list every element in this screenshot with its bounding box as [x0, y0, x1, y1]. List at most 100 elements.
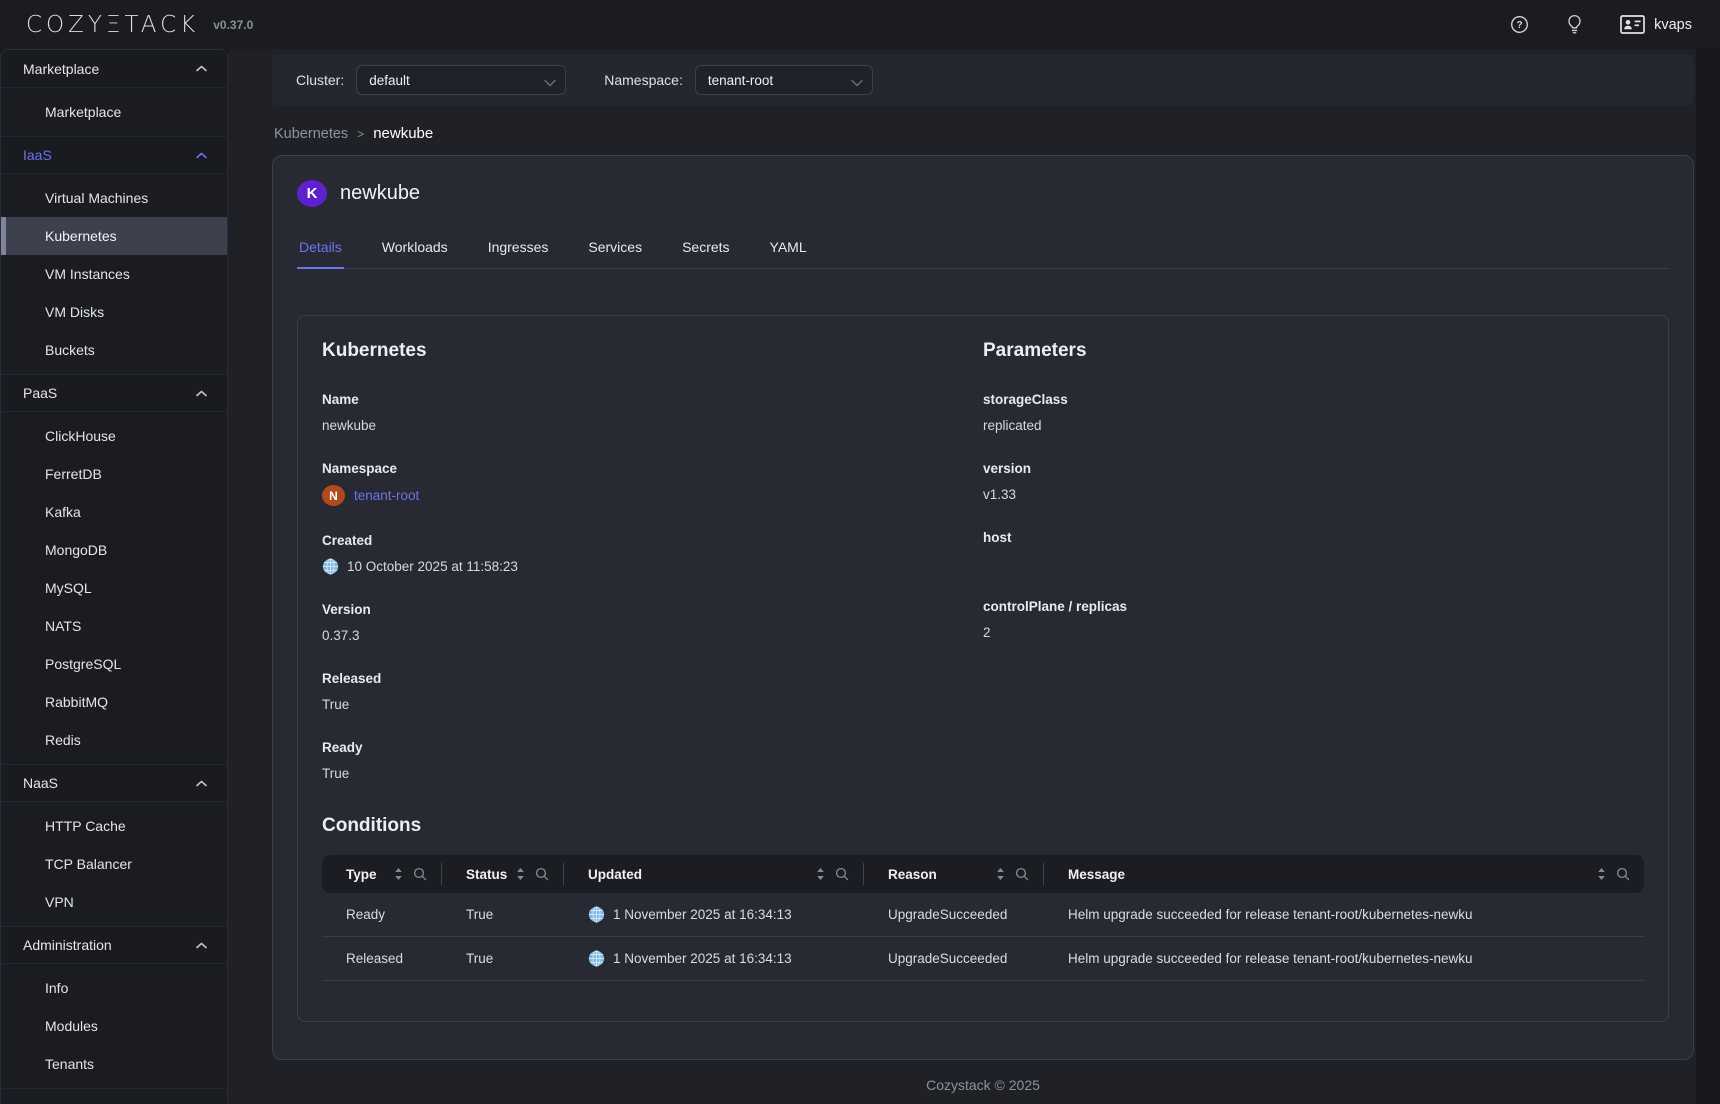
- app-logo: COZYΞTACK: [26, 12, 199, 38]
- sidebar-item-ferretdb[interactable]: FerretDB: [1, 455, 227, 493]
- namespace-select[interactable]: tenant-root: [695, 65, 873, 95]
- details-panel: Kubernetes Name newkube Namespace N: [297, 315, 1669, 1022]
- card-title-row: K newkube: [297, 180, 1669, 207]
- tab-secrets[interactable]: Secrets: [680, 231, 731, 269]
- sidebar: Marketplace Marketplace IaaS Virtual Mac…: [0, 49, 228, 1104]
- sidebar-item-mongodb[interactable]: MongoDB: [1, 531, 227, 569]
- search-icon[interactable]: [413, 867, 427, 881]
- sidebar-item-virtual-machines[interactable]: Virtual Machines: [1, 179, 227, 217]
- sidebar-section-iaas: IaaS Virtual Machines Kubernetes VM Inst…: [1, 136, 227, 374]
- tab-services[interactable]: Services: [586, 231, 644, 269]
- sort-icon[interactable]: [995, 867, 1006, 881]
- sidebar-section-header-naas[interactable]: NaaS: [1, 764, 227, 802]
- column-label: Reason: [888, 867, 937, 882]
- field-label: controlPlane / replicas: [983, 599, 1644, 614]
- field-name: Name newkube: [322, 392, 983, 434]
- cell-type: Ready: [322, 907, 442, 922]
- field-value: 10 October 2025 at 11:58:23: [322, 557, 983, 575]
- sidebar-item-nats[interactable]: NATS: [1, 607, 227, 645]
- conditions-title: Conditions: [322, 815, 1644, 837]
- sidebar-item-clickhouse[interactable]: ClickHouse: [1, 417, 227, 455]
- sidebar-item-kubernetes[interactable]: Kubernetes: [1, 217, 227, 255]
- column-label: Status: [466, 867, 507, 882]
- tab-ingresses[interactable]: Ingresses: [486, 231, 551, 269]
- field-label: storageClass: [983, 392, 1644, 407]
- app-version: v0.37.0: [213, 18, 253, 32]
- sidebar-section-header-marketplace[interactable]: Marketplace: [1, 50, 227, 88]
- kubernetes-badge-icon: K: [297, 180, 327, 207]
- globe-icon: [588, 906, 605, 923]
- chevron-up-icon: [196, 152, 207, 159]
- sidebar-item-modules[interactable]: Modules: [1, 1007, 227, 1045]
- sidebar-item-http-cache[interactable]: HTTP Cache: [1, 807, 227, 845]
- created-value: 10 October 2025 at 11:58:23: [347, 559, 518, 574]
- cell-reason: UpgradeSucceeded: [864, 951, 1044, 966]
- section-label: Administration: [23, 937, 112, 953]
- sidebar-item-info[interactable]: Info: [1, 969, 227, 1007]
- user-name: kvaps: [1654, 17, 1692, 33]
- sort-icon[interactable]: [815, 867, 826, 881]
- sidebar-item-vm-disks[interactable]: VM Disks: [1, 293, 227, 331]
- svg-text:?: ?: [1517, 20, 1523, 31]
- field-label: Version: [322, 602, 983, 617]
- main-area: Cluster: default Namespace: tenant-root …: [228, 49, 1720, 1104]
- lightbulb-icon[interactable]: [1567, 14, 1582, 35]
- sidebar-item-tcp-balancer[interactable]: TCP Balancer: [1, 845, 227, 883]
- sidebar-item-redis[interactable]: Redis: [1, 721, 227, 759]
- sort-icon[interactable]: [1596, 867, 1607, 881]
- search-icon[interactable]: [1616, 867, 1630, 881]
- main-surface: Cluster: default Namespace: tenant-root …: [228, 49, 1696, 1104]
- breadcrumb-current: newkube: [373, 125, 433, 142]
- conditions-table: Type Status Updated: [322, 855, 1644, 981]
- cell-type: Released: [322, 951, 442, 966]
- sidebar-item-tenants[interactable]: Tenants: [1, 1045, 227, 1083]
- sidebar-section-paas: PaaS ClickHouse FerretDB Kafka MongoDB M…: [1, 374, 227, 764]
- field-label: Namespace: [322, 461, 983, 476]
- tab-yaml[interactable]: YAML: [768, 231, 809, 269]
- tab-details[interactable]: Details: [297, 231, 344, 269]
- search-icon[interactable]: [835, 867, 849, 881]
- chevron-up-icon: [196, 942, 207, 949]
- resource-card: K newkube Details Workloads Ingresses Se…: [272, 155, 1694, 1060]
- sidebar-item-rabbitmq[interactable]: RabbitMQ: [1, 683, 227, 721]
- field-created: Created 10 October 2025 at 11:58:23: [322, 533, 983, 575]
- cluster-label: Cluster:: [296, 72, 344, 88]
- sidebar-item-postgresql[interactable]: PostgreSQL: [1, 645, 227, 683]
- sort-icon[interactable]: [393, 867, 404, 881]
- search-icon[interactable]: [535, 867, 549, 881]
- section-label: Marketplace: [23, 61, 99, 77]
- id-card-icon: [1620, 15, 1645, 34]
- sidebar-section-header-paas[interactable]: PaaS: [1, 374, 227, 412]
- updated-value: 1 November 2025 at 16:34:13: [613, 907, 792, 922]
- field-label: Created: [322, 533, 983, 548]
- sidebar-item-marketplace[interactable]: Marketplace: [1, 93, 227, 131]
- sidebar-item-vm-instances[interactable]: VM Instances: [1, 255, 227, 293]
- section-label: NaaS: [23, 775, 58, 791]
- namespace-link[interactable]: tenant-root: [354, 488, 419, 503]
- tab-bar: Details Workloads Ingresses Services Sec…: [297, 231, 1669, 269]
- tab-workloads[interactable]: Workloads: [380, 231, 450, 269]
- field-value: True: [322, 764, 983, 782]
- search-icon[interactable]: [1015, 867, 1029, 881]
- column-header-message: Message: [1044, 863, 1644, 885]
- sidebar-section-header-administration[interactable]: Administration: [1, 926, 227, 964]
- table-row[interactable]: Ready True 1 November 2025 at 16:34:13 U…: [322, 893, 1644, 937]
- breadcrumb: Kubernetes > newkube: [274, 125, 1694, 142]
- column-header-reason: Reason: [864, 863, 1044, 885]
- user-menu[interactable]: kvaps: [1620, 15, 1692, 34]
- sort-icon[interactable]: [515, 867, 526, 881]
- sidebar-section-header-iaas[interactable]: IaaS: [1, 136, 227, 174]
- field-controlplane-replicas: controlPlane / replicas 2: [983, 599, 1644, 641]
- cluster-select[interactable]: default: [356, 65, 566, 95]
- sidebar-item-buckets[interactable]: Buckets: [1, 331, 227, 369]
- sidebar-item-kafka[interactable]: Kafka: [1, 493, 227, 531]
- field-value: 0.37.3: [322, 626, 983, 644]
- breadcrumb-kubernetes-link[interactable]: Kubernetes: [274, 126, 348, 142]
- sidebar-divider: [1, 1088, 227, 1094]
- field-namespace: Namespace N tenant-root: [322, 461, 983, 506]
- sidebar-item-vpn[interactable]: VPN: [1, 883, 227, 921]
- details-right-column: Parameters storageClass replicated versi…: [983, 340, 1644, 809]
- help-icon[interactable]: ?: [1510, 15, 1529, 34]
- sidebar-item-mysql[interactable]: MySQL: [1, 569, 227, 607]
- table-row[interactable]: Released True 1 November 2025 at 16:34:1…: [322, 937, 1644, 981]
